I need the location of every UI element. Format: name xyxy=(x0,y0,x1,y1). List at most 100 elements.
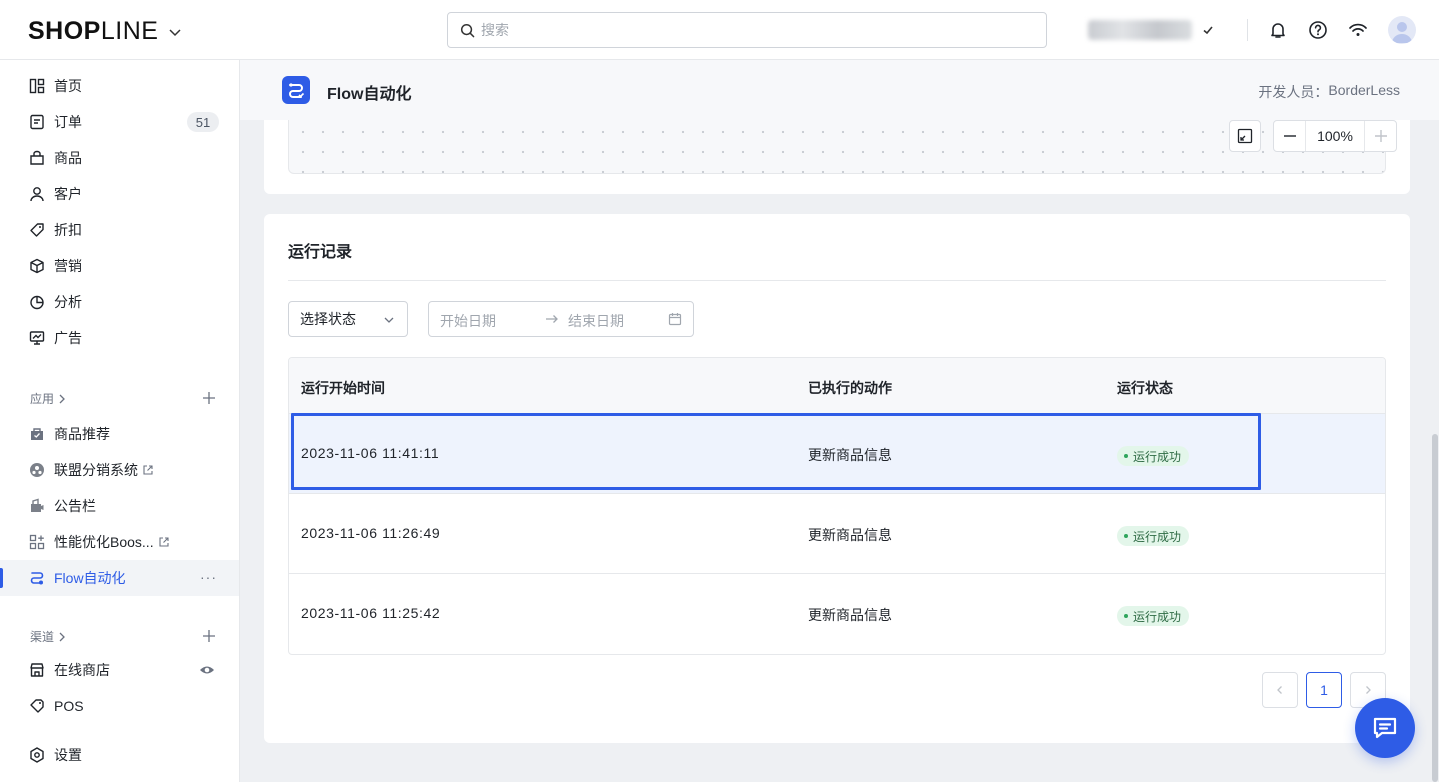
sidebar-item-marketing[interactable]: 营销 xyxy=(0,248,239,284)
calendar-icon xyxy=(668,313,682,326)
bell-icon[interactable] xyxy=(1266,18,1290,42)
sidebar-item-label: 分析 xyxy=(54,294,82,310)
zoom-in-button[interactable] xyxy=(1365,121,1396,151)
column-header: 已执行的动作 xyxy=(808,380,892,396)
chevron-down-icon xyxy=(384,317,394,323)
scrollbar[interactable] xyxy=(1432,434,1438,782)
chevron-down-icon[interactable] xyxy=(168,25,182,39)
sidebar-item-label: 设置 xyxy=(54,747,82,763)
channels-section-label[interactable]: 渠道 xyxy=(30,628,66,645)
shopline-logo[interactable]: SHOPLINE xyxy=(28,17,182,46)
search-box[interactable] xyxy=(447,12,1047,48)
sidebar-item-products[interactable]: 商品 xyxy=(0,140,239,176)
run-records-card: 运行记录 选择状态 开始日期 结束日期 运行开始时间 已执行的动作 运行状态 2… xyxy=(264,214,1410,743)
sidebar-item-home[interactable]: 首页 xyxy=(0,68,239,104)
search-input[interactable] xyxy=(481,22,1021,38)
table-header: 运行开始时间 已执行的动作 运行状态 xyxy=(289,358,1385,414)
sidebar-item-customers[interactable]: 客户 xyxy=(0,176,239,212)
add-channel-icon[interactable] xyxy=(201,628,217,644)
page-header: Flow自动化 开发人员： BorderLess xyxy=(240,60,1439,120)
customer-icon xyxy=(28,185,46,203)
marketing-icon xyxy=(28,257,46,275)
fit-view-button[interactable] xyxy=(1229,120,1261,152)
sidebar-item-label: Flow自动化 xyxy=(54,570,126,586)
discount-icon xyxy=(28,221,46,239)
chevron-right-icon xyxy=(59,632,65,641)
search-icon xyxy=(460,23,475,37)
analytics-icon xyxy=(28,293,46,311)
sidebar-item-label: 公告栏 xyxy=(54,498,96,514)
table-row[interactable]: 2023-11-06 11:25:42 更新商品信息 运行成功 xyxy=(289,574,1385,654)
more-icon[interactable]: ··· xyxy=(200,569,217,585)
zoom-out-button[interactable] xyxy=(1274,121,1305,151)
product-icon xyxy=(28,149,46,167)
avatar[interactable] xyxy=(1388,16,1416,44)
chat-button[interactable] xyxy=(1355,698,1415,758)
run-records-table: 运行开始时间 已执行的动作 运行状态 2023-11-06 11:41:11 更… xyxy=(288,357,1386,655)
ads-icon xyxy=(28,329,46,347)
sidebar-item-label: 商品 xyxy=(54,150,82,166)
order-count-badge: 51 xyxy=(187,112,219,132)
column-header: 运行状态 xyxy=(1117,380,1173,396)
column-header: 运行开始时间 xyxy=(301,380,385,396)
chevron-left-icon xyxy=(1277,686,1282,694)
sidebar-item-ads[interactable]: 广告 xyxy=(0,320,239,356)
end-date-input[interactable]: 结束日期 xyxy=(568,311,624,331)
table-row[interactable]: 2023-11-06 11:26:49 更新商品信息 运行成功 xyxy=(289,494,1385,574)
sidebar-item-label: 商品推荐 xyxy=(54,426,110,442)
sidebar-item-label: 广告 xyxy=(54,330,82,346)
sidebar-item-announcement[interactable]: 公告栏 xyxy=(0,488,239,524)
performance-icon xyxy=(28,533,46,551)
chevron-right-icon xyxy=(1366,686,1371,694)
sidebar-item-flow[interactable]: Flow自动化 ··· xyxy=(0,560,239,596)
logo-text: SHOPLINE xyxy=(28,17,159,45)
table-row[interactable]: 2023-11-06 11:41:11 更新商品信息 运行成功 xyxy=(289,414,1385,494)
sidebar-item-performance[interactable]: 性能优化Boos... xyxy=(0,524,239,560)
run-start-time: 2023-11-06 11:25:42 xyxy=(301,605,441,621)
home-icon xyxy=(28,77,46,95)
top-bar: SHOPLINE xyxy=(0,0,1439,60)
date-range-picker[interactable]: 开始日期 结束日期 xyxy=(428,301,694,337)
wifi-icon[interactable] xyxy=(1346,18,1370,42)
page-number-button[interactable]: 1 xyxy=(1306,672,1342,708)
apps-section-label[interactable]: 应用 xyxy=(30,390,66,407)
flow-icon xyxy=(28,569,46,587)
sidebar-item-affiliate[interactable]: 联盟分销系统 xyxy=(0,452,239,488)
section-title: 运行记录 xyxy=(288,244,353,261)
settings-icon xyxy=(28,746,46,764)
sidebar: 首页 订单 51 商品 客户 折扣 营销 分析 广告 应用 商品推荐 联盟分销系… xyxy=(0,60,240,782)
executed-action: 更新商品信息 xyxy=(808,527,892,543)
sidebar-item-orders[interactable]: 订单 51 xyxy=(0,104,239,140)
zoom-control: 100% xyxy=(1273,120,1397,152)
sidebar-item-settings[interactable]: 设置 xyxy=(0,737,239,773)
start-date-input[interactable]: 开始日期 xyxy=(440,311,496,331)
divider xyxy=(288,280,1386,281)
store-switcher[interactable] xyxy=(1088,20,1214,40)
flow-canvas[interactable]: 100% xyxy=(288,120,1397,174)
sidebar-item-label: 联盟分销系统 xyxy=(54,462,138,478)
sidebar-item-analytics[interactable]: 分析 xyxy=(0,284,239,320)
sidebar-item-label: 客户 xyxy=(54,186,82,202)
prev-page-button[interactable] xyxy=(1262,672,1298,708)
status-badge: 运行成功 xyxy=(1117,606,1190,626)
external-link-icon xyxy=(159,537,169,547)
developer-name: BorderLess xyxy=(1328,82,1400,98)
external-link-icon xyxy=(143,465,153,475)
sidebar-item-online-store[interactable]: 在线商店 xyxy=(0,652,239,688)
sidebar-item-label: POS xyxy=(54,698,84,714)
status-select[interactable]: 选择状态 xyxy=(288,301,408,337)
help-icon[interactable] xyxy=(1306,18,1330,42)
executed-action: 更新商品信息 xyxy=(808,607,892,623)
eye-icon[interactable] xyxy=(199,662,215,678)
flow-canvas-card: 100% xyxy=(264,120,1410,194)
sidebar-item-discounts[interactable]: 折扣 xyxy=(0,212,239,248)
developer-info: 开发人员： BorderLess xyxy=(1258,82,1400,100)
run-start-time: 2023-11-06 11:26:49 xyxy=(301,525,441,541)
product-recommend-icon xyxy=(28,425,46,443)
sidebar-item-product-recommend[interactable]: 商品推荐 xyxy=(0,416,239,452)
sidebar-item-label: 首页 xyxy=(54,78,82,94)
sidebar-item-pos[interactable]: POS xyxy=(0,688,239,724)
add-app-icon[interactable] xyxy=(201,390,217,406)
sidebar-item-label: 折扣 xyxy=(54,222,82,238)
plus-icon xyxy=(1374,130,1387,142)
